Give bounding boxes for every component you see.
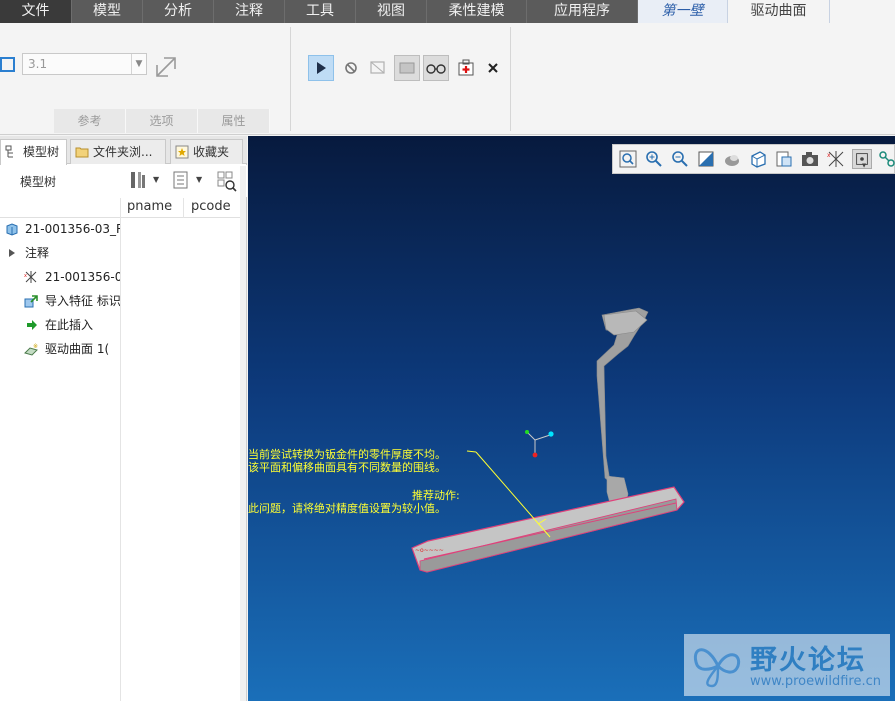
tree-item-csys[interactable]: x 21-001356-0 [0, 266, 120, 288]
driving-surface-icon: ※ [24, 343, 38, 356]
wire-glasses-icon [370, 61, 385, 74]
close-icon [488, 63, 498, 73]
column-header-pcode[interactable]: pcode [184, 198, 240, 218]
apply-button[interactable] [453, 55, 479, 81]
expand-arrow-icon[interactable] [8, 249, 16, 257]
tree-item-label: 21-001356-0 [45, 270, 120, 284]
tab-bar-empty [830, 0, 895, 23]
butterfly-logo-icon [693, 648, 741, 688]
tab-favorites[interactable]: 收藏夹 [170, 139, 243, 164]
tree-item-root-part[interactable]: 21-001356-03_R [0, 218, 120, 240]
verify-geometry-button[interactable] [365, 55, 391, 81]
watermark-title: 野火论坛 [750, 645, 866, 676]
tab-label: 模型树 [23, 145, 60, 159]
pause-button[interactable] [338, 55, 364, 81]
svg-text:x: x [24, 273, 27, 279]
favorites-icon [175, 145, 189, 159]
flip-direction-icon[interactable] [154, 55, 178, 79]
tab-flexible-modeling[interactable]: 柔性建模 [427, 0, 527, 23]
cancel-button[interactable] [480, 55, 506, 81]
import-feature-icon [24, 295, 38, 308]
tree-item-insert-here[interactable]: 在此插入 [0, 314, 120, 336]
column-divider [183, 198, 184, 218]
thickness-combo[interactable]: 3.1 ▼ [22, 53, 147, 75]
column-header-pname[interactable]: pname [121, 198, 183, 218]
column-header-tree [0, 198, 120, 218]
warning-line-1: 当前尝试转换为钣金件的零件厚度不均。 [248, 448, 446, 461]
thickness-value: 3.1 [28, 57, 48, 71]
tab-analysis[interactable]: 分析 [143, 0, 214, 23]
glasses-icon [426, 64, 446, 74]
folder-icon [75, 147, 89, 158]
preview-button[interactable] [394, 55, 420, 81]
tab-file[interactable]: 文件 [0, 0, 72, 23]
tree-item-label: 注释 [25, 246, 50, 260]
insert-here-arrow-icon [27, 320, 37, 330]
tree-item-label: 在此插入 [45, 318, 94, 332]
resume-button[interactable] [308, 55, 334, 81]
ribbon-tab-bar: 文件 模型 分析 注释 工具 视图 柔性建模 应用程序 第一壁 驱动曲面 [0, 0, 895, 23]
group-options[interactable]: 选项 [126, 109, 198, 133]
panel-scrollbar[interactable] [240, 166, 246, 701]
group-properties[interactable]: 属性 [198, 109, 270, 133]
preview-icon [399, 62, 415, 74]
tab-annotate[interactable]: 注释 [214, 0, 285, 23]
chevron-down-icon[interactable]: ▼ [196, 175, 202, 184]
tab-view[interactable]: 视图 [356, 0, 427, 23]
ribbon-panel: 3.1 ▼ 参考 选项 属性 [0, 23, 895, 135]
warning-line-3: 推荐动作: [412, 489, 460, 502]
tree-item-driving-surface[interactable]: ※ 驱动曲面 1( [0, 338, 120, 360]
tree-item-label: 驱动曲面 1( [45, 342, 110, 356]
feature-preview-button[interactable] [423, 55, 449, 81]
navigator-tabs: 模型树 文件夹浏... 收藏夹 [0, 136, 247, 165]
ribbon-divider [290, 27, 291, 131]
warning-line-4: 此问题，请将绝对精度值设置为较小值。 [248, 502, 446, 515]
tab-driving-surface[interactable]: 驱动曲面 [728, 0, 830, 23]
model-geometry[interactable]: ~o~~~~ [248, 136, 895, 701]
group-references[interactable]: 参考 [54, 109, 126, 133]
chevron-down-icon[interactable]: ▼ [131, 54, 146, 74]
model-tree-icon [5, 145, 13, 158]
settings-tools-icon[interactable] [128, 169, 150, 191]
tree-filter-icon[interactable] [216, 170, 238, 192]
tree-item-annotations[interactable]: 注释 [0, 242, 120, 264]
tab-label: 收藏夹 [193, 145, 230, 159]
play-icon [317, 62, 326, 74]
tab-applications[interactable]: 应用程序 [527, 0, 638, 23]
no-entry-icon [345, 62, 357, 74]
graphics-viewport[interactable]: x ▼ ~o~~~~ 当前尝试转换为钣金件的零件厚度不均。 该平面和偏移曲面具有… [248, 136, 895, 701]
thickness-icon [0, 57, 15, 72]
tab-model[interactable]: 模型 [72, 0, 143, 23]
show-menu-icon[interactable] [172, 170, 190, 190]
model-tree-title: 模型树 [20, 175, 57, 189]
svg-text:~o~~~~: ~o~~~~ [415, 547, 444, 554]
navigator-panel: 模型树 文件夹浏... 收藏夹 模型树 ▼ ▼ pname pcode 21-0… [0, 136, 247, 701]
tab-tools[interactable]: 工具 [285, 0, 356, 23]
first-aid-icon [458, 59, 474, 76]
tab-first-wall[interactable]: 第一壁 [638, 0, 728, 23]
watermark-url: www.proewildfire.cn [750, 674, 881, 689]
svg-text:※: ※ [33, 343, 38, 350]
tree-item-label: 导入特征 标识 [45, 294, 120, 308]
warning-line-2: 该平面和偏移曲面具有不同数量的围线。 [248, 461, 446, 474]
tab-model-tree[interactable]: 模型树 [0, 139, 67, 165]
chevron-down-icon[interactable]: ▼ [153, 175, 159, 184]
tree-item-import-feature[interactable]: 导入特征 标识 [0, 290, 120, 312]
part-icon [6, 223, 18, 236]
tree-item-label: 21-001356-03_R [25, 222, 120, 236]
tab-label: 文件夹浏... [93, 145, 153, 159]
column-divider [120, 198, 121, 701]
model-tree-toolbar: 模型树 ▼ ▼ [0, 165, 247, 197]
csys-icon: x [24, 271, 37, 283]
forum-watermark: 野火论坛 www.proewildfire.cn [684, 634, 890, 696]
tab-folder-browser[interactable]: 文件夹浏... [70, 139, 166, 164]
ribbon-divider [510, 27, 511, 131]
